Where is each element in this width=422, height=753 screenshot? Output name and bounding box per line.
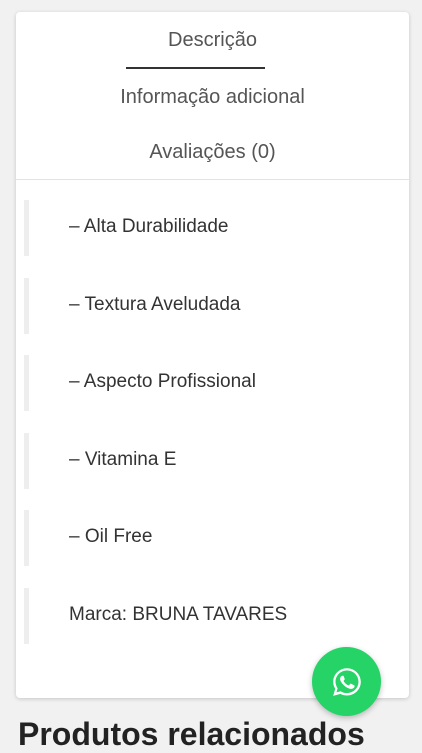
whatsapp-button[interactable] (312, 647, 381, 716)
brand-text: Marca: BRUNA TAVARES (69, 603, 288, 625)
feature-text: – Aspecto Profissional (69, 371, 256, 392)
list-item: – Oil Free (24, 510, 364, 566)
description-list: – Alta Durabilidade – Textura Aveludada … (24, 200, 364, 665)
feature-text: – Textura Aveludada (69, 293, 241, 315)
list-item: – Vitamina E (24, 432, 364, 489)
feature-text: – Alta Durabilidade (69, 216, 229, 237)
related-products-heading: Produtos relacionados (18, 716, 365, 752)
active-tab-indicator (126, 67, 265, 69)
tab-informacao-adicional[interactable]: Informação adicional (16, 86, 409, 109)
feature-text: – Vitamina E (69, 448, 177, 470)
whatsapp-icon (332, 667, 361, 696)
list-item: Marca: BRUNA TAVARES (24, 587, 364, 644)
list-item: – Alta Durabilidade (24, 200, 364, 256)
tabs-bar: Descrição Informação adicional Avaliaçõe… (16, 12, 409, 180)
list-item: – Aspecto Profissional (24, 355, 364, 411)
feature-text: – Oil Free (69, 526, 153, 547)
tab-descricao[interactable]: Descrição (16, 29, 409, 52)
list-item: – Textura Aveludada (24, 277, 364, 334)
tab-avaliacoes[interactable]: Avaliações (0) (16, 141, 409, 164)
